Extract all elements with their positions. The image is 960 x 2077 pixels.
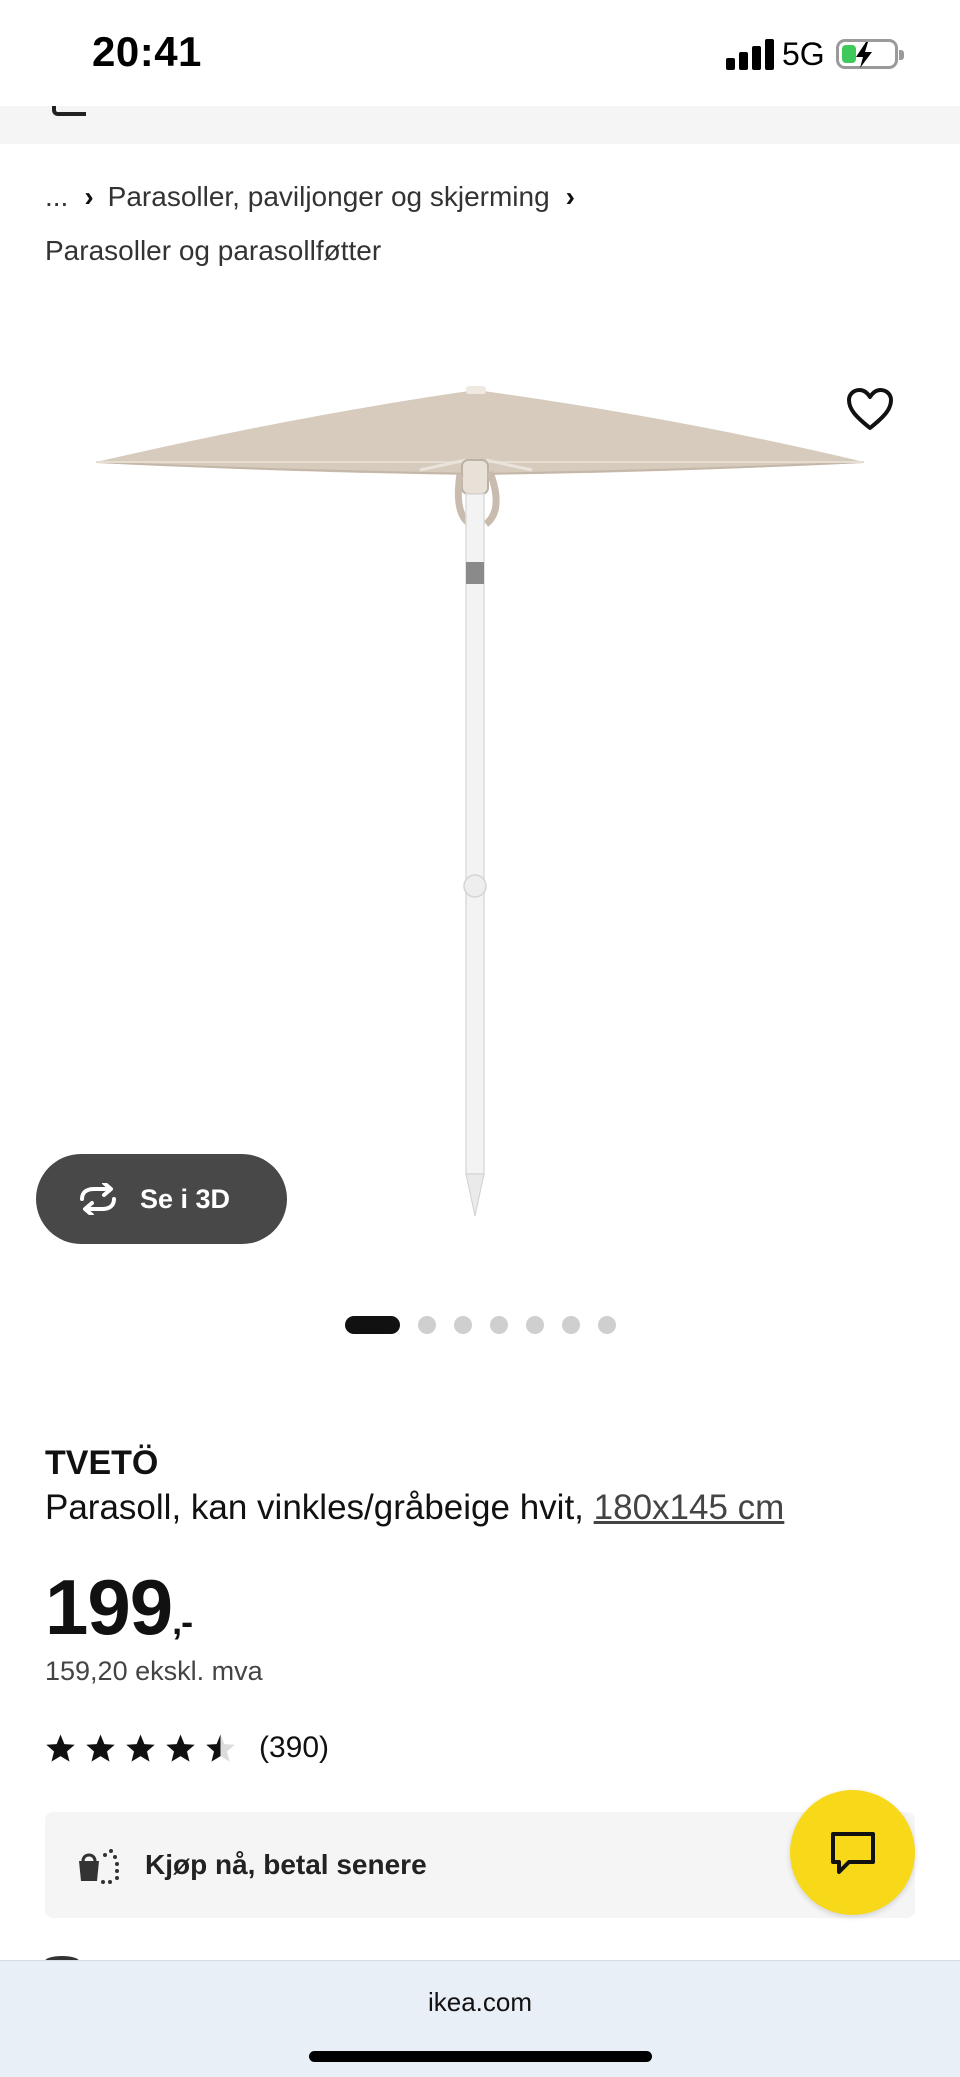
carousel-dot[interactable] xyxy=(598,1316,616,1334)
product-price: 199,- xyxy=(45,1562,193,1653)
shopping-bag-installment-icon xyxy=(79,1849,119,1884)
chat-button[interactable] xyxy=(790,1790,915,1915)
rotate-arrows-icon xyxy=(80,1183,116,1215)
chevron-right-icon: › xyxy=(84,181,94,212)
network-label: 5G xyxy=(782,36,825,72)
browser-bottom-bar: ikea.com xyxy=(0,1960,960,2077)
size-link[interactable]: 180x145 cm xyxy=(594,1488,785,1527)
home-indicator[interactable] xyxy=(309,2051,652,2062)
carousel-dot[interactable] xyxy=(345,1316,400,1334)
breadcrumb-item-parasoller-parasollfotter[interactable]: Parasoller og parasollføtter xyxy=(45,235,381,266)
chevron-right-icon: › xyxy=(565,181,575,212)
price-suffix: ,- xyxy=(172,1601,193,1642)
star-full-icon xyxy=(126,1734,155,1762)
star-full-icon xyxy=(86,1734,115,1762)
review-count[interactable]: (390) xyxy=(259,1731,329,1765)
carousel-dot[interactable] xyxy=(490,1316,508,1334)
product-name: TVETÖ xyxy=(45,1444,159,1482)
rating[interactable]: (390) xyxy=(45,1728,329,1768)
breadcrumb-ellipsis[interactable]: ... xyxy=(45,181,68,212)
breadcrumb-item-parasoller-paviljonger[interactable]: Parasoller, paviljonger og skjerming xyxy=(108,181,550,212)
carousel-dot[interactable] xyxy=(418,1316,436,1334)
buy-now-pay-later-label: Kjøp nå, betal senere xyxy=(145,1849,427,1880)
carousel-dot[interactable] xyxy=(526,1316,544,1334)
product-image[interactable] xyxy=(0,300,960,1260)
view-3d-button[interactable]: Se i 3D xyxy=(36,1154,287,1244)
star-half-icon xyxy=(206,1734,235,1762)
favorite-button[interactable] xyxy=(845,386,895,432)
buy-now-pay-later-banner[interactable]: Kjøp nå, betal senere xyxy=(45,1812,915,1918)
star-full-icon xyxy=(166,1734,195,1762)
header-strip xyxy=(0,106,960,144)
product-description-text: Parasoll, kan vinkles/gråbeige hvit, xyxy=(45,1488,584,1527)
price-ex-vat: 159,20 ekskl. mva xyxy=(45,1656,263,1686)
status-bar: 20:41 5G xyxy=(0,0,960,106)
price-main: 199 xyxy=(45,1563,173,1651)
address-bar[interactable]: ikea.com xyxy=(0,1987,960,2018)
breadcrumb: ... › Parasoller, paviljonger og skjerming… xyxy=(45,170,905,278)
carousel-dots xyxy=(345,1316,634,1334)
carousel-dot[interactable] xyxy=(562,1316,580,1334)
star-full-icon xyxy=(46,1734,75,1762)
parasol-product-image xyxy=(95,386,865,1217)
view-3d-label: Se i 3D xyxy=(140,1183,231,1214)
heart-icon xyxy=(847,388,893,430)
signal-bars-icon xyxy=(726,38,774,70)
status-time: 20:41 xyxy=(92,28,202,75)
back-icon[interactable] xyxy=(52,106,86,116)
battery-charging-icon xyxy=(836,39,904,69)
carousel-dot[interactable] xyxy=(454,1316,472,1334)
chat-bubble-icon xyxy=(830,1831,875,1874)
product-description: Parasoll, kan vinkles/gråbeige hvit, 180… xyxy=(45,1488,784,1528)
